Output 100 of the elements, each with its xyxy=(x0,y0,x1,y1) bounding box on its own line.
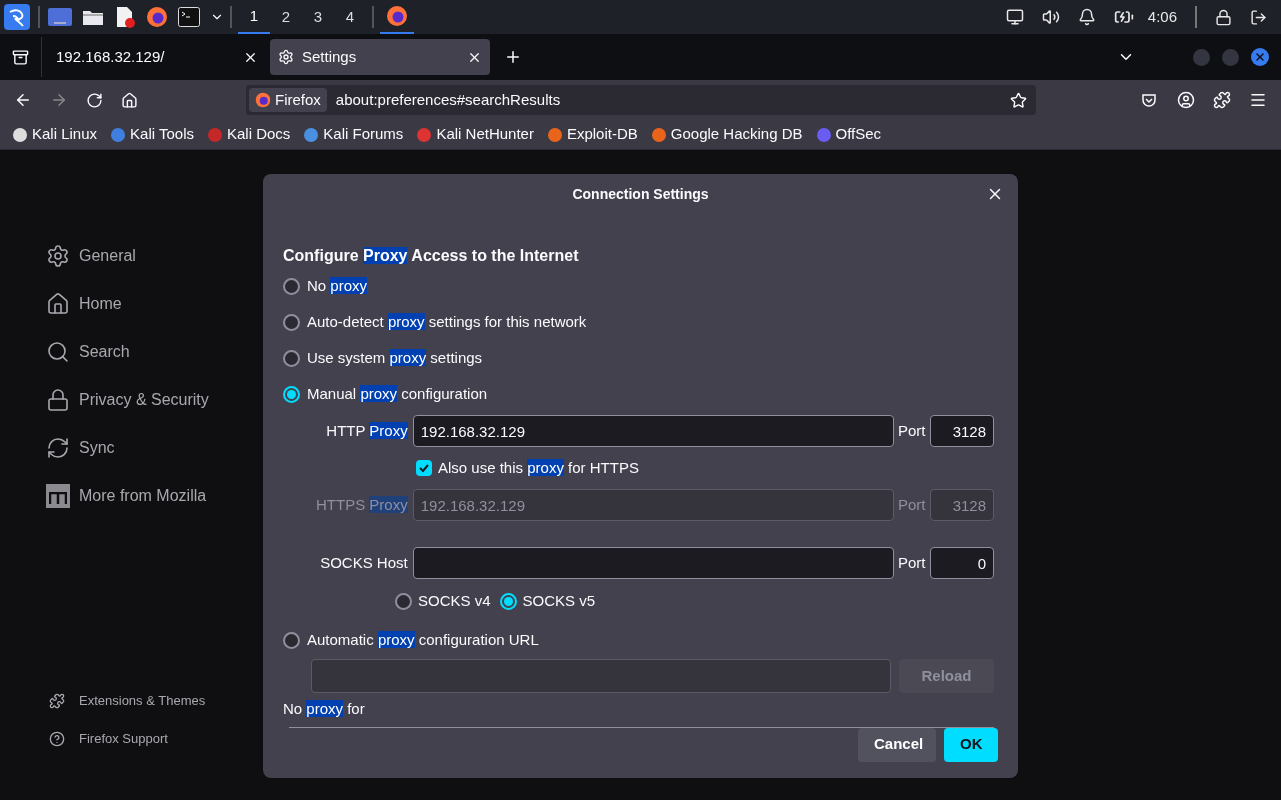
notification-icon[interactable] xyxy=(1077,8,1096,26)
sidebar-link[interactable]: Firefox Support xyxy=(46,720,263,758)
pocket-icon[interactable] xyxy=(1141,92,1157,108)
dialog-title: Connection Settings xyxy=(572,184,709,204)
url-text: about:preferences#searchResults xyxy=(335,89,562,110)
new-tab-icon[interactable] xyxy=(504,48,522,66)
category-icon xyxy=(46,388,70,412)
bookmark-item[interactable]: Kali Forums xyxy=(303,123,404,146)
sidebar-item[interactable]: Home xyxy=(46,280,263,328)
bookmark-favicon-icon xyxy=(303,126,320,143)
url-field[interactable] xyxy=(311,659,891,693)
clock[interactable]: 4:06 xyxy=(1147,5,1177,29)
category-icon xyxy=(46,436,70,460)
lock-icon[interactable] xyxy=(1215,8,1232,26)
tab-title: Settings xyxy=(302,46,358,67)
tab-list-icon[interactable] xyxy=(12,48,29,66)
bookmark-item[interactable]: Kali Docs xyxy=(207,123,291,146)
checkbox-label: Also use this proxy for HTTPS xyxy=(438,457,639,478)
port-label: Port xyxy=(897,494,927,515)
radio-button[interactable] xyxy=(283,631,300,649)
settings-icon xyxy=(278,49,294,65)
port-label: Port xyxy=(897,420,927,441)
back-icon[interactable] xyxy=(14,91,32,109)
category-icon xyxy=(46,340,70,364)
bookmark-favicon-icon xyxy=(110,126,127,143)
desktop-icon[interactable] xyxy=(48,8,72,26)
option-label: Automatic proxy configuration URL xyxy=(307,629,539,650)
text-editor-icon[interactable] xyxy=(114,6,136,28)
field-label: HTTPS Proxy xyxy=(315,494,409,515)
bookmark-favicon-icon xyxy=(12,126,28,143)
browser-tab[interactable]: Settings xyxy=(270,39,490,75)
section-heading: Configure Proxy Access to the Internet xyxy=(283,246,580,266)
category-icon xyxy=(46,244,70,268)
radio-button[interactable] xyxy=(499,592,517,610)
sidebar-item[interactable]: General xyxy=(46,232,263,280)
identity-button[interactable]: Firefox xyxy=(249,88,327,112)
browser-tab[interactable]: 192.168.32.129/ xyxy=(46,39,266,75)
port-label: Port xyxy=(897,552,927,573)
field-label: SOCKS Host xyxy=(319,552,409,573)
port-field[interactable]: 3128 xyxy=(930,415,994,447)
tab-title: 192.168.32.129/ xyxy=(56,46,166,67)
dragon-logo-icon[interactable] xyxy=(4,4,30,30)
option-label: Use system proxy settings xyxy=(307,347,483,368)
ok-button[interactable]: OK xyxy=(944,727,998,762)
reload-icon[interactable] xyxy=(86,91,103,109)
address-bar[interactable]: Firefox about:preferences#searchResults xyxy=(246,85,1036,115)
workspace-button[interactable]: 4 xyxy=(334,0,366,34)
radio-button[interactable] xyxy=(283,313,300,331)
radio-button[interactable] xyxy=(283,385,300,403)
sidebar-item[interactable]: Sync xyxy=(46,424,263,472)
network-icon[interactable] xyxy=(1005,8,1024,26)
option-label: SOCKS v5 xyxy=(522,590,596,611)
folder-icon[interactable] xyxy=(82,8,104,26)
menu-icon[interactable] xyxy=(1249,91,1267,109)
bookmark-item[interactable]: Kali NetHunter xyxy=(416,123,534,146)
checkbox[interactable] xyxy=(416,460,432,476)
bookmark-item[interactable]: Google Hacking DB xyxy=(650,123,803,146)
sidebar-item[interactable]: More from Mozilla xyxy=(46,472,263,520)
browser-icon xyxy=(386,5,408,27)
home-icon[interactable] xyxy=(121,91,138,109)
field-label: No proxy for xyxy=(283,699,366,719)
forward-icon[interactable] xyxy=(50,91,68,109)
host-field[interactable] xyxy=(412,547,894,579)
category-icon xyxy=(46,292,70,316)
account-icon[interactable] xyxy=(1177,91,1195,109)
volume-icon[interactable] xyxy=(1041,8,1060,26)
extensions-icon[interactable] xyxy=(1213,91,1231,109)
bookmark-item[interactable]: Exploit-DB xyxy=(546,123,638,146)
workspace-button[interactable]: 3 xyxy=(302,0,334,34)
bookmark-item[interactable]: Kali Tools xyxy=(110,123,194,146)
bookmark-star-icon[interactable] xyxy=(1010,91,1027,109)
help-icon xyxy=(49,731,65,747)
radio-button[interactable] xyxy=(395,592,412,610)
cancel-button[interactable]: Cancel xyxy=(858,727,936,762)
sidebar-item[interactable]: Search xyxy=(46,328,263,376)
browser-icon xyxy=(255,92,271,108)
bookmark-favicon-icon xyxy=(207,126,223,143)
option-label: No proxy xyxy=(307,275,368,296)
bookmark-item[interactable]: Kali Linux xyxy=(12,123,98,146)
field-label: HTTP Proxy xyxy=(325,420,409,441)
logout-icon[interactable] xyxy=(1250,8,1267,26)
port-field[interactable]: 0 xyxy=(930,547,994,579)
sidebar-link[interactable]: Extensions & Themes xyxy=(46,682,263,720)
option-label: Manual proxy configuration xyxy=(307,383,488,404)
host-field[interactable]: 192.168.32.129 xyxy=(412,415,894,447)
option-label: SOCKS v4 xyxy=(418,590,491,611)
browser-icon[interactable] xyxy=(146,6,168,28)
extensions-icon xyxy=(49,693,65,709)
bookmark-favicon-icon xyxy=(546,126,563,143)
option-label: Auto-detect proxy settings for this network xyxy=(307,311,587,332)
sidebar-item[interactable]: Privacy & Security xyxy=(46,376,263,424)
logo-icon xyxy=(46,484,70,508)
bookmark-item[interactable]: OffSec xyxy=(815,123,882,146)
bookmark-favicon-icon xyxy=(650,126,667,143)
workspace-button[interactable]: 2 xyxy=(270,0,302,34)
terminal-icon[interactable] xyxy=(178,7,200,27)
radio-button[interactable] xyxy=(283,349,300,367)
radio-button[interactable] xyxy=(283,277,300,295)
bookmark-favicon-icon xyxy=(815,126,832,143)
bookmark-favicon-icon xyxy=(416,126,433,143)
